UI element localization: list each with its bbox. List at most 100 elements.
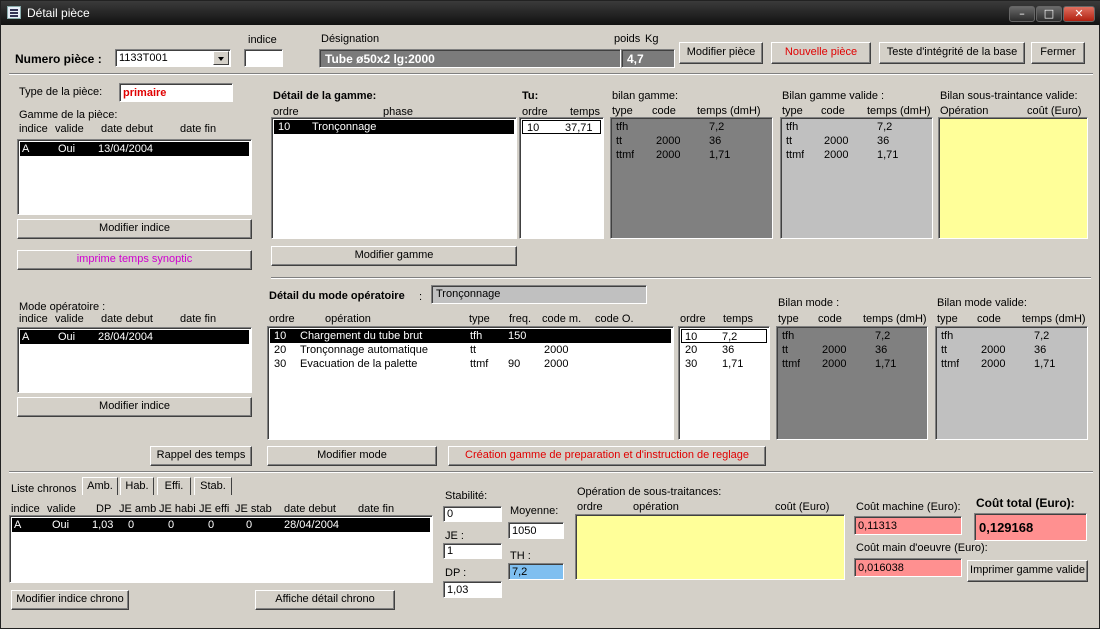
tu-list[interactable]: 10 37,71 [519,117,604,239]
list-item[interactable]: A Oui 13/04/2004 [20,142,249,156]
mode-col-valide: valide [55,313,84,325]
bilan-gamme-valide-title: Bilan gamme valide : [782,90,885,102]
bm-col-code: code [818,313,842,325]
nouvelle-piece-button[interactable]: Nouvelle pièce [771,42,871,64]
type-piece-field[interactable]: primaire [119,83,233,102]
st-col-operation: opération [633,501,679,513]
mode-operatoire-label: Mode opératoire : [19,301,106,313]
mode-temps-list[interactable]: 10 7,2 20 36 30 1,71 [678,326,770,440]
bgv-col-temps: temps (dmH) [867,105,931,117]
designation-field: Tube ø50x2 lg:2000 [319,49,621,68]
bm-col-temps: temps (dmH) [863,313,927,325]
bm-col-type: type [778,313,799,325]
bilan-mode-title: Bilan mode : [778,297,840,309]
bilan-gamme-valide-list: tfh tt ttmf 2000 2000 7,2 36 1,71 [780,117,933,239]
modifier-indice-gamme-button[interactable]: Modifier indice [17,219,252,239]
list-item[interactable]: A Oui 28/04/2004 [20,330,249,344]
bmv-col-temps: temps (dmH) [1022,313,1086,325]
dm-col-type: type [469,313,490,325]
header-divider [9,73,1093,75]
mode-col-indice: indice [19,313,48,325]
th-field[interactable]: 7,2 [508,563,564,580]
indice-field[interactable] [244,49,283,67]
numero-piece-combo[interactable]: 1133T001 [115,49,231,67]
tab-hab[interactable]: Hab. [120,477,154,495]
dm-col-operation: opération [325,313,371,325]
bilan-st-list [938,117,1088,239]
ch-col-valide: valide [47,503,76,515]
th-label: TH : [510,550,531,562]
close-button[interactable]: ✕ [1063,6,1095,22]
detail-mode-list[interactable]: 10 Chargement du tube brut tfh 150 20 Tr… [267,326,674,440]
modifier-indice-mode-button[interactable]: Modifier indice [17,397,252,417]
list-item[interactable]: 30 1,71 [681,357,767,371]
detail-mode-colon: : [419,291,423,303]
bst-col-operation: Opération [940,105,989,117]
ch-col-date-debut: date debut [284,503,336,515]
list-item[interactable]: 10 Tronçonnage [274,120,514,134]
creation-gamme-button[interactable]: Création gamme de preparation et d'instr… [448,446,766,466]
tab-effi[interactable]: Effi. [157,477,191,495]
chevron-down-icon[interactable] [213,51,229,65]
col-date-fin: date fin [180,123,217,135]
ch-col-je-amb: JE amb [119,503,157,515]
modifier-indice-chrono-button[interactable]: Modifier indice chrono [11,590,129,610]
rappel-temps-button[interactable]: Rappel des temps [150,446,252,466]
ch-col-indice: indice [11,503,40,515]
bilan-st-title: Bilan sous-traintance valide: [940,90,1078,102]
list-item[interactable]: 10 37,71 [522,120,601,134]
table-row[interactable]: 10 Chargement du tube brut tfh 150 [270,329,671,343]
type-piece-label: Type de la pièce: [19,86,103,98]
affiche-detail-chrono-button[interactable]: Affiche détail chrono [255,590,395,610]
cout-machine-label: Coût machine (Euro): [856,501,961,513]
numero-piece-value: 1133T001 [119,52,168,64]
ch-col-dp: DP [96,503,112,515]
list-item[interactable]: 20 36 [681,343,767,357]
poids-field: 4,7 [621,49,675,68]
minimize-button[interactable]: – [1009,6,1035,22]
moyenne-label: Moyenne: [510,505,559,517]
moyenne-field[interactable]: 1050 [508,522,564,539]
bg-col-type: type [612,105,633,117]
window-title: Détail pièce [27,6,90,20]
tab-stab[interactable]: Stab. [194,477,232,495]
detail-gamme-list[interactable]: 10 Tronçonnage [271,117,517,239]
col-valide: valide [55,123,84,135]
tab-amb[interactable]: Amb. [82,477,118,495]
imprimer-gamme-valide-button[interactable]: Imprimer gamme valide [967,560,1088,582]
dp-field[interactable]: 1,03 [443,581,502,598]
fermer-button[interactable]: Fermer [1031,42,1085,64]
modifier-gamme-button[interactable]: Modifier gamme [271,246,517,266]
teste-integrite-button[interactable]: Teste d'intégrité de la base [879,42,1025,64]
imprime-temps-synoptic-button[interactable]: imprime temps synoptic [17,250,252,270]
mt-col-ordre: ordre [680,313,706,325]
bilan-mode-list: tfh tt ttmf 2000 2000 7,2 36 1,71 [776,326,928,440]
je-field[interactable]: 1 [443,543,502,559]
mode-operatoire-list[interactable]: A Oui 28/04/2004 [17,327,252,393]
list-item[interactable]: 10 7,2 [681,329,767,343]
bmv-col-code: code [977,313,1001,325]
st-col-ordre: ordre [577,501,603,513]
table-row[interactable]: 20 Tronçonnage automatique tt 2000 [270,343,671,357]
bilan-mode-valide-title: Bilan mode valide: [937,297,1027,309]
dm-col-code-m: code m. [542,313,582,325]
indice-label: indice [248,34,277,46]
gamme-piece-list[interactable]: A Oui 13/04/2004 [17,139,252,215]
chronos-list[interactable]: A Oui 1,03 0 0 0 0 28/04/2004 [9,515,433,583]
table-row[interactable]: 30 Evacuation de la palette ttmf 90 2000 [270,357,671,371]
cout-machine-field: 0,11313 [854,516,962,535]
modifier-piece-button[interactable]: Modifier pièce [679,42,763,64]
bg-col-temps: temps (dmH) [697,105,761,117]
cout-total-field: 0,129168 [974,513,1087,541]
form-icon [7,6,21,19]
detail-piece-window: Détail pièce – □ ✕ Numero pièce : 1133T0… [0,0,1100,629]
sous-traitances-list[interactable] [575,514,845,580]
stabilite-label: Stabilité: [445,490,488,502]
stabilite-field[interactable]: 0 [443,506,502,522]
ch-col-date-fin: date fin [358,503,395,515]
bmv-col-type: type [937,313,958,325]
ch-col-je-habi: JE habi [159,503,196,515]
modifier-mode-button[interactable]: Modifier mode [267,446,437,466]
table-row[interactable]: A Oui 1,03 0 0 0 0 28/04/2004 [12,518,430,532]
maximize-button[interactable]: □ [1036,6,1062,22]
